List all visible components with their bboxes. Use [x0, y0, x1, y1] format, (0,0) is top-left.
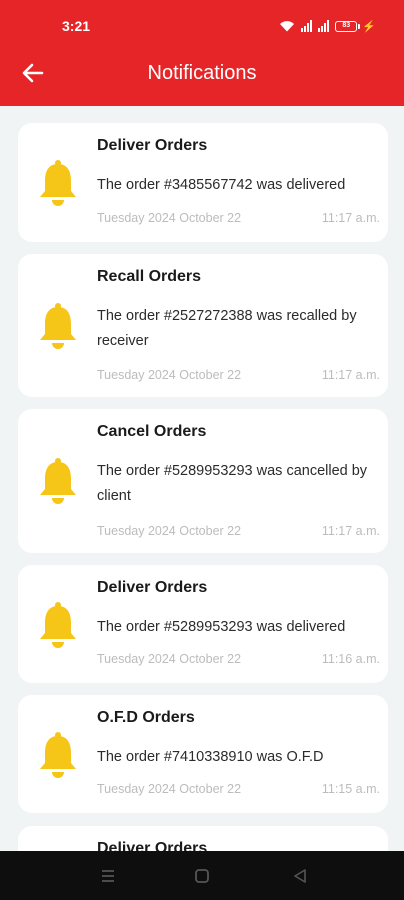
- notification-title: O.F.D Orders: [97, 709, 195, 726]
- charging-icon: ⚡: [362, 20, 376, 33]
- notification-time: 11:15 a.m.: [321, 782, 380, 796]
- back-icon[interactable]: [290, 866, 310, 886]
- bell-icon: [40, 303, 76, 349]
- notification-title: Deliver Orders: [97, 840, 208, 851]
- notification-date: Tuesday 2024 October 22: [97, 524, 242, 538]
- notification-message: The order #7410338910 was O.F.D: [97, 749, 324, 765]
- notification-message: The order #2527272388 was recalled by re…: [97, 308, 357, 349]
- notification-card[interactable]: Deliver Orders The order #3485567742 was…: [18, 123, 388, 242]
- notification-message: The order #5289953293 was cancelled by c…: [97, 463, 368, 504]
- status-bar: 3:21 83 ⚡: [0, 0, 404, 52]
- page-title: Notifications: [147, 62, 257, 84]
- bell-icon: [40, 458, 76, 504]
- battery-icon: 83 ⚡: [335, 20, 376, 33]
- wifi-icon: [280, 21, 295, 32]
- notification-time: 11:17 a.m.: [321, 524, 380, 538]
- bell-icon: [40, 602, 76, 648]
- system-nav-bar: [0, 851, 404, 900]
- menu-icon[interactable]: [98, 866, 118, 886]
- notification-title: Cancel Orders: [97, 423, 207, 440]
- notification-time: 11:16 a.m.: [321, 652, 380, 666]
- notification-date: Tuesday 2024 October 22: [97, 652, 242, 666]
- status-icons: 83 ⚡: [279, 19, 376, 33]
- notification-card[interactable]: Cancel Orders The order #5289953293 was …: [18, 409, 388, 553]
- app-bar: 3:21 83 ⚡ Notifications: [0, 0, 404, 106]
- notification-card[interactable]: Deliver Orders: [18, 826, 388, 851]
- status-time: 3:21: [62, 18, 91, 34]
- notification-time: 11:17 a.m.: [321, 368, 380, 382]
- notification-title: Deliver Orders: [97, 579, 208, 596]
- notification-card[interactable]: Recall Orders The order #2527272388 was …: [18, 254, 388, 397]
- notification-message: The order #5289953293 was delivered: [97, 619, 346, 635]
- notification-list[interactable]: Deliver Orders The order #3485567742 was…: [0, 106, 404, 851]
- notification-date: Tuesday 2024 October 22: [97, 782, 242, 796]
- notification-date: Tuesday 2024 October 22: [97, 368, 242, 382]
- notification-date: Tuesday 2024 October 22: [97, 211, 242, 225]
- battery-level: 83: [335, 20, 358, 32]
- notification-card[interactable]: O.F.D Orders The order #7410338910 was O…: [18, 695, 388, 813]
- notification-time: 11:17 a.m.: [321, 211, 380, 225]
- signal-1-icon: [301, 20, 313, 32]
- notification-card[interactable]: Deliver Orders The order #5289953293 was…: [18, 565, 388, 683]
- notification-message: The order #3485567742 was delivered: [97, 177, 346, 193]
- bell-icon: [40, 160, 76, 206]
- notification-title: Recall Orders: [97, 268, 202, 285]
- notification-title: Deliver Orders: [97, 137, 208, 154]
- home-icon[interactable]: [192, 866, 212, 886]
- signal-2-icon: [318, 20, 330, 32]
- bell-icon: [40, 732, 76, 778]
